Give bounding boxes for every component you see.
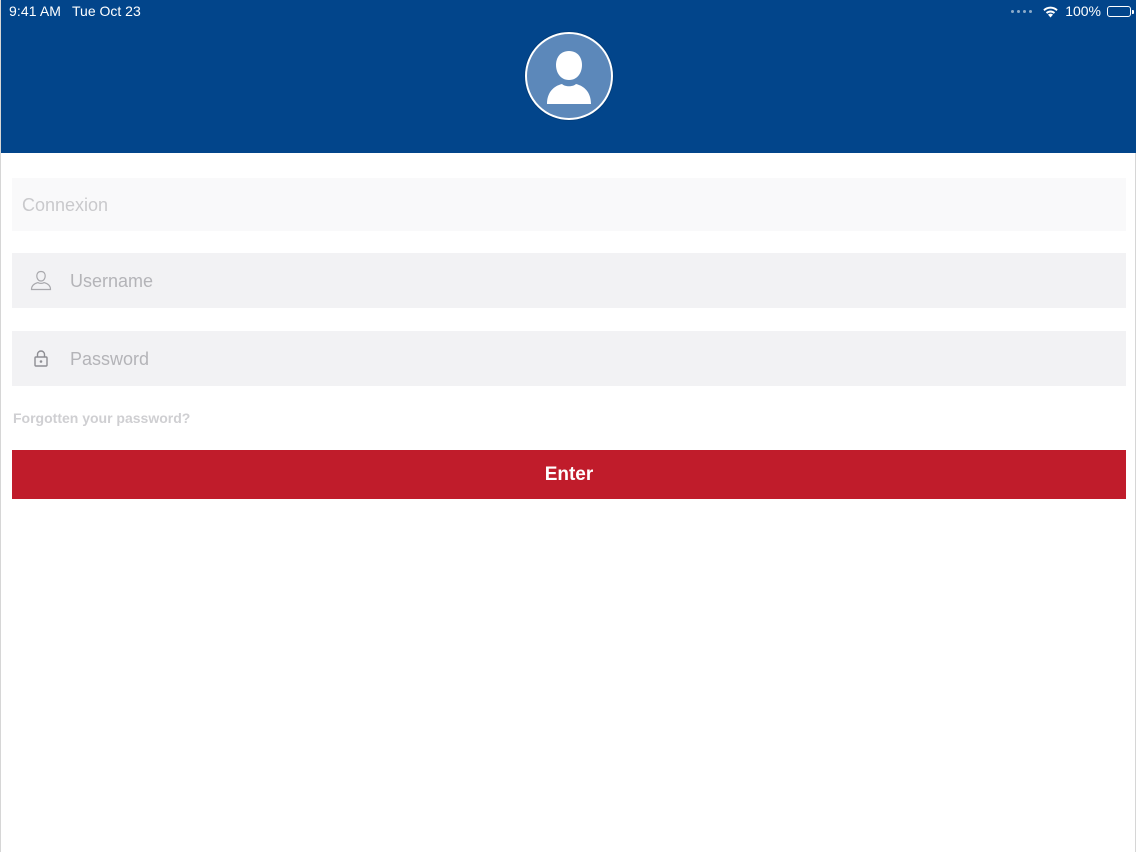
- username-field[interactable]: [12, 253, 1126, 310]
- user-outline-icon: [30, 270, 52, 291]
- forgot-password-link[interactable]: Forgotten your password?: [13, 410, 190, 426]
- status-right: 100%: [1011, 3, 1134, 19]
- status-bar: 9:41 AM Tue Oct 23 100%: [1, 0, 1136, 22]
- battery-percent: 100%: [1065, 3, 1101, 19]
- password-field[interactable]: [12, 331, 1126, 388]
- password-input[interactable]: [68, 331, 1112, 388]
- header-bar: 9:41 AM Tue Oct 23 100%: [1, 0, 1136, 153]
- wifi-icon: [1043, 6, 1058, 17]
- user-avatar-icon: [525, 32, 613, 120]
- status-time: 9:41 AM: [9, 3, 62, 19]
- username-input[interactable]: [68, 253, 1112, 310]
- signal-dots-icon: [1011, 9, 1033, 13]
- enter-button[interactable]: Enter: [12, 450, 1126, 499]
- connexion-input[interactable]: [20, 178, 1114, 233]
- lock-icon: [34, 350, 48, 367]
- login-screen: 9:41 AM Tue Oct 23 100% Connexion Userna…: [0, 0, 1136, 852]
- battery-icon: [1107, 5, 1134, 17]
- status-date: Tue Oct 23: [72, 3, 141, 19]
- connexion-field[interactable]: [12, 178, 1126, 233]
- avatar-silhouette: [547, 51, 591, 104]
